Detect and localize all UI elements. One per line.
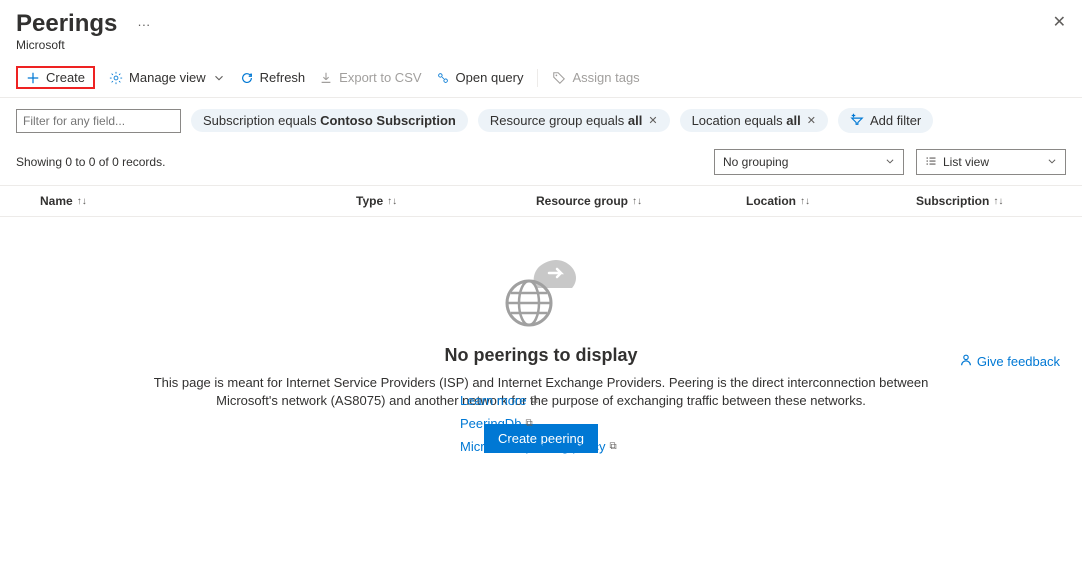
open-query-label: Open query bbox=[456, 70, 524, 85]
column-type[interactable]: Type↑↓ bbox=[356, 194, 536, 208]
blade-header: Peerings ··· Microsoft ✕ bbox=[0, 0, 1082, 56]
empty-description: This page is meant for Internet Service … bbox=[131, 374, 951, 410]
export-csv-label: Export to CSV bbox=[339, 70, 421, 85]
pill-label: Location equals all bbox=[692, 113, 801, 128]
peeringdb-link[interactable]: PeeringDb⧉ bbox=[460, 416, 533, 431]
gear-icon bbox=[109, 71, 123, 85]
table-header: Name↑↓ Type↑↓ Resource group↑↓ Location↑… bbox=[0, 185, 1082, 217]
remove-filter-icon[interactable]: ✕ bbox=[807, 114, 816, 127]
open-query-button[interactable]: Open query bbox=[436, 70, 524, 85]
feedback-icon bbox=[959, 353, 973, 370]
view-dropdown[interactable]: List view bbox=[916, 149, 1066, 175]
filter-input[interactable] bbox=[16, 109, 181, 133]
assign-tags-label: Assign tags bbox=[572, 70, 639, 85]
download-icon bbox=[319, 71, 333, 85]
export-csv-button: Export to CSV bbox=[319, 70, 421, 85]
toolbar: Create Manage view Refresh Export to CSV… bbox=[0, 56, 1082, 98]
close-icon[interactable]: ✕ bbox=[1053, 12, 1066, 32]
more-icon[interactable]: ··· bbox=[137, 17, 150, 32]
create-label: Create bbox=[46, 70, 85, 85]
list-icon bbox=[925, 155, 937, 170]
grouping-value: No grouping bbox=[723, 155, 788, 169]
pill-label: Resource group equals all bbox=[490, 113, 643, 128]
toolbar-separator bbox=[537, 69, 538, 87]
sort-icon: ↑↓ bbox=[632, 196, 642, 207]
create-button[interactable]: Create bbox=[16, 66, 95, 89]
feedback-label: Give feedback bbox=[977, 354, 1060, 369]
column-resource-group[interactable]: Resource group↑↓ bbox=[536, 194, 746, 208]
chevron-down-icon bbox=[1047, 155, 1057, 169]
sort-icon: ↑↓ bbox=[77, 196, 87, 207]
refresh-icon bbox=[240, 71, 254, 85]
assign-tags-button: Assign tags bbox=[552, 70, 639, 85]
page-subtitle: Microsoft bbox=[16, 38, 1066, 52]
refresh-button[interactable]: Refresh bbox=[240, 70, 306, 85]
empty-state: No peerings to display This page is mean… bbox=[0, 217, 1082, 464]
remove-filter-icon[interactable]: ✕ bbox=[648, 114, 657, 127]
learn-more-link[interactable]: Learn more⧉ bbox=[460, 393, 538, 408]
peering-policy-link[interactable]: Microsoft's peering policy⧉ bbox=[460, 439, 617, 454]
manage-view-button[interactable]: Manage view bbox=[109, 70, 226, 85]
sort-icon: ↑↓ bbox=[800, 196, 810, 207]
filter-pill-location[interactable]: Location equals all ✕ bbox=[680, 109, 828, 132]
add-filter-button[interactable]: Add filter bbox=[838, 108, 933, 133]
tag-icon bbox=[552, 71, 566, 85]
column-name[interactable]: Name↑↓ bbox=[16, 194, 356, 208]
manage-view-label: Manage view bbox=[129, 70, 206, 85]
give-feedback-link[interactable]: Give feedback bbox=[959, 353, 1060, 370]
column-location[interactable]: Location↑↓ bbox=[746, 194, 916, 208]
external-link-icon: ⧉ bbox=[525, 418, 532, 429]
status-row: Showing 0 to 0 of 0 records. No grouping… bbox=[0, 143, 1082, 185]
external-link-icon: ⧉ bbox=[530, 395, 537, 406]
chevron-down-icon bbox=[212, 71, 226, 85]
pill-label: Subscription equals Contoso Subscription bbox=[203, 113, 456, 128]
refresh-label: Refresh bbox=[260, 70, 306, 85]
filter-pill-subscription[interactable]: Subscription equals Contoso Subscription bbox=[191, 109, 468, 132]
query-icon bbox=[436, 71, 450, 85]
sort-icon: ↑↓ bbox=[387, 196, 397, 207]
record-count: Showing 0 to 0 of 0 records. bbox=[16, 155, 165, 169]
chevron-down-icon bbox=[885, 155, 895, 169]
view-value: List view bbox=[943, 155, 989, 169]
grouping-dropdown[interactable]: No grouping bbox=[714, 149, 904, 175]
empty-illustration bbox=[491, 245, 591, 335]
sort-icon: ↑↓ bbox=[993, 196, 1003, 207]
page-title: Peerings bbox=[16, 10, 117, 38]
filter-pill-resource-group[interactable]: Resource group equals all ✕ bbox=[478, 109, 670, 132]
external-link-icon: ⧉ bbox=[610, 441, 617, 452]
filter-bar: Subscription equals Contoso Subscription… bbox=[0, 98, 1082, 143]
plus-icon bbox=[26, 71, 40, 85]
column-subscription[interactable]: Subscription↑↓ bbox=[916, 194, 1056, 208]
add-filter-label: Add filter bbox=[870, 113, 921, 128]
add-filter-icon bbox=[850, 112, 864, 129]
